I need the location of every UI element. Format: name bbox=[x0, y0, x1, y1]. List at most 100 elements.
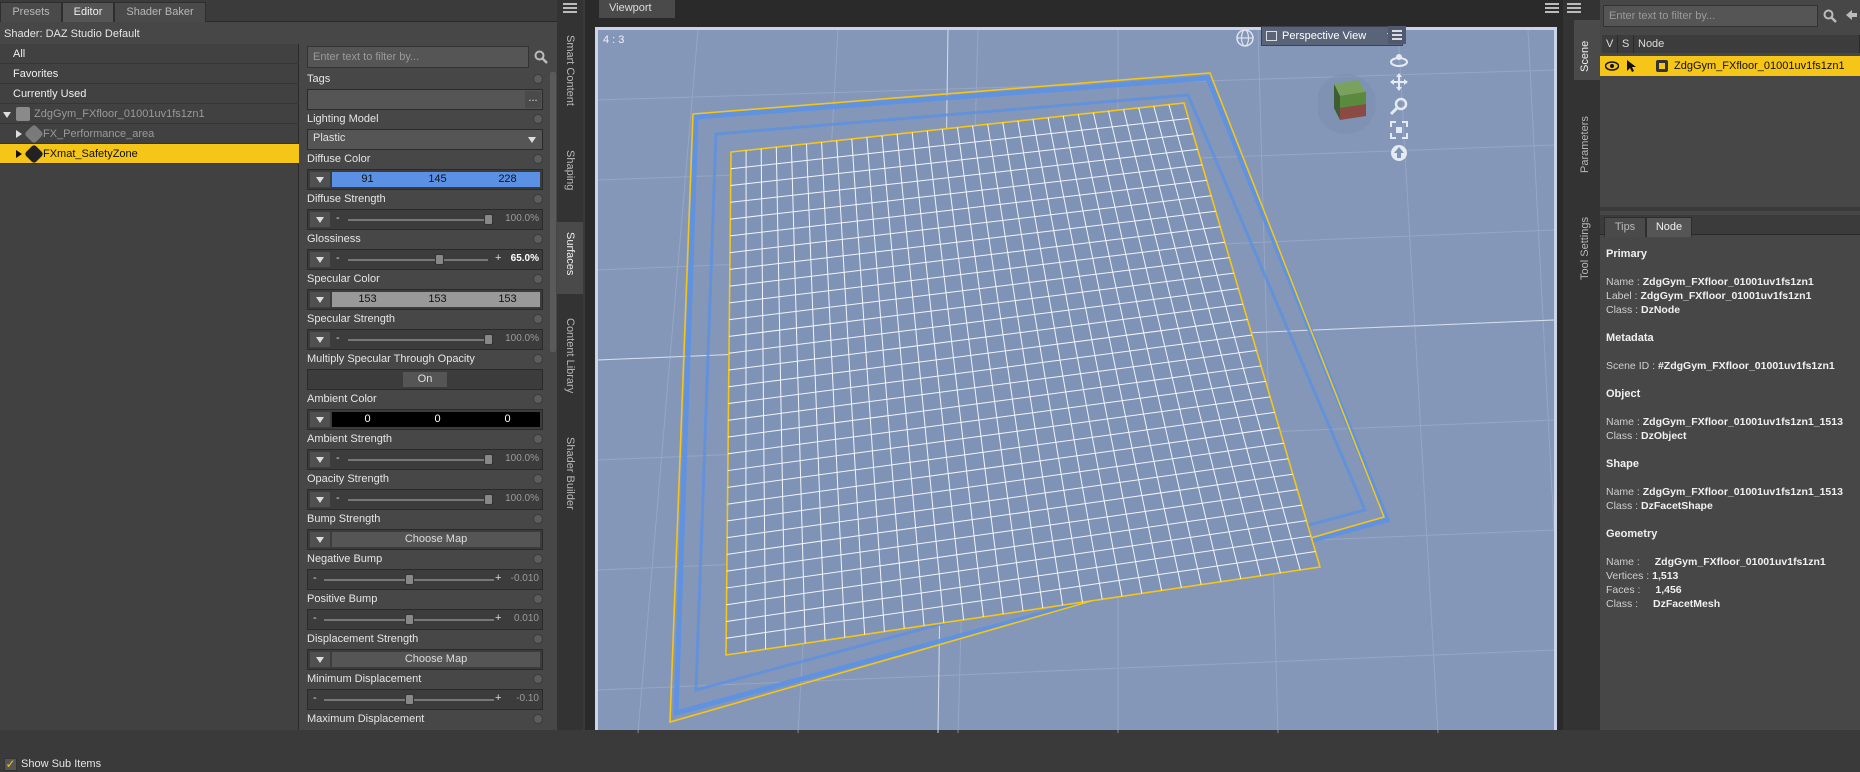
tab-shader-baker[interactable]: Shader Baker bbox=[114, 2, 206, 22]
viewport-menu-icon[interactable] bbox=[1545, 2, 1559, 14]
slider-knob[interactable] bbox=[405, 574, 414, 585]
choose-map-button[interactable]: Choose Map bbox=[332, 532, 540, 547]
gear-icon[interactable] bbox=[533, 154, 543, 164]
zoom-icon[interactable] bbox=[1389, 96, 1409, 116]
chevron-down-icon[interactable] bbox=[310, 652, 330, 667]
viewport-canvas[interactable]: 4 : 3 Perspective View bbox=[595, 27, 1557, 730]
viewport-options-icon[interactable] bbox=[1388, 26, 1406, 44]
diffuse-strength-slider[interactable]: - 100.0% bbox=[307, 209, 543, 230]
color-r[interactable]: 0 bbox=[338, 412, 397, 427]
column-header-selectable[interactable]: S bbox=[1618, 35, 1634, 53]
on-toggle[interactable]: On bbox=[403, 372, 447, 387]
plus-icon[interactable]: + bbox=[495, 572, 501, 584]
color-r[interactable]: 91 bbox=[338, 172, 397, 187]
color-g[interactable]: 0 bbox=[408, 412, 467, 427]
gear-icon[interactable] bbox=[533, 74, 543, 84]
plus-icon[interactable]: + bbox=[495, 692, 501, 704]
slider-track[interactable] bbox=[348, 259, 488, 261]
tab-surfaces[interactable]: Surfaces bbox=[564, 232, 576, 275]
slider-value[interactable]: 100.0% bbox=[505, 213, 539, 224]
property-filter-input[interactable]: Enter text to filter by... bbox=[307, 46, 529, 68]
slider-track[interactable] bbox=[348, 339, 488, 341]
negative-bump-slider[interactable]: - + -0.010 bbox=[307, 569, 543, 590]
gear-icon[interactable] bbox=[533, 674, 543, 684]
chevron-right-icon[interactable] bbox=[16, 130, 22, 138]
positive-bump-slider[interactable]: - + 0.010 bbox=[307, 609, 543, 630]
slider-value[interactable]: 0.010 bbox=[514, 613, 539, 624]
choose-map-button[interactable]: Choose Map bbox=[332, 652, 540, 667]
tags-browse-button[interactable]: ... bbox=[525, 91, 541, 108]
tab-shaping[interactable]: Shaping bbox=[564, 150, 576, 190]
gear-icon[interactable] bbox=[533, 434, 543, 444]
pane-menu-icon[interactable] bbox=[1567, 2, 1581, 14]
gear-icon[interactable] bbox=[533, 194, 543, 204]
navigation-cube[interactable] bbox=[1318, 70, 1380, 144]
slider-value[interactable]: 65.0% bbox=[511, 253, 539, 264]
lighting-model-select[interactable]: Plastic bbox=[307, 129, 543, 150]
slider-value[interactable]: 100.0% bbox=[505, 333, 539, 344]
glossiness-slider[interactable]: - + 65.0% bbox=[307, 249, 543, 270]
orbit-icon[interactable] bbox=[1389, 50, 1409, 70]
pan-icon[interactable] bbox=[1389, 72, 1409, 92]
slider-knob[interactable] bbox=[484, 214, 493, 225]
color-g[interactable]: 153 bbox=[408, 292, 467, 307]
slider-track[interactable] bbox=[348, 499, 488, 501]
cursor-icon[interactable] bbox=[1625, 59, 1639, 73]
tab-editor[interactable]: Editor bbox=[62, 2, 114, 22]
color-b[interactable]: 228 bbox=[478, 172, 537, 187]
opacity-strength-slider[interactable]: - 100.0% bbox=[307, 489, 543, 510]
slider-value[interactable]: 100.0% bbox=[505, 493, 539, 504]
slider-knob[interactable] bbox=[484, 454, 493, 465]
tab-scene[interactable]: Scene bbox=[1579, 41, 1591, 72]
pane-menu-icon[interactable] bbox=[563, 2, 577, 14]
slider-knob[interactable] bbox=[484, 494, 493, 505]
tree-item-currently-used[interactable]: Currently Used bbox=[0, 84, 299, 104]
slider-knob[interactable] bbox=[405, 694, 414, 705]
gear-icon[interactable] bbox=[533, 554, 543, 564]
search-icon[interactable] bbox=[1823, 9, 1837, 23]
plus-icon[interactable]: + bbox=[495, 612, 501, 624]
specular-strength-slider[interactable]: - 100.0% bbox=[307, 329, 543, 350]
tab-node[interactable]: Node bbox=[1646, 217, 1692, 237]
specular-color-field[interactable]: 153 153 153 bbox=[307, 289, 543, 310]
gear-icon[interactable] bbox=[533, 714, 543, 724]
frame-icon[interactable] bbox=[1389, 120, 1409, 140]
color-r[interactable]: 153 bbox=[338, 292, 397, 307]
chevron-down-icon[interactable] bbox=[310, 532, 330, 547]
tab-viewport[interactable]: Viewport bbox=[599, 0, 675, 18]
tab-presets[interactable]: Presets bbox=[0, 2, 62, 22]
chevron-down-icon[interactable] bbox=[310, 492, 330, 507]
slider-value[interactable]: 100.0% bbox=[505, 453, 539, 464]
chevron-down-icon[interactable] bbox=[310, 452, 330, 467]
minus-icon[interactable]: - bbox=[336, 332, 340, 344]
gear-icon[interactable] bbox=[533, 474, 543, 484]
tab-tips[interactable]: Tips bbox=[1604, 217, 1646, 237]
minus-icon[interactable]: - bbox=[336, 452, 340, 464]
minus-icon[interactable]: - bbox=[336, 252, 340, 264]
ambient-strength-slider[interactable]: - 100.0% bbox=[307, 449, 543, 470]
tab-shader-builder[interactable]: Shader Builder bbox=[564, 437, 576, 510]
home-view-icon[interactable] bbox=[1389, 143, 1409, 163]
splitter[interactable] bbox=[1600, 207, 1860, 211]
chevron-down-icon[interactable] bbox=[310, 252, 330, 267]
column-header-node[interactable]: Node bbox=[1634, 35, 1860, 53]
back-arrow-icon[interactable] bbox=[1844, 8, 1858, 22]
tree-item-figure-node[interactable]: ZdgGym_FXfloor_01001uv1fs1zn1 bbox=[0, 104, 299, 124]
slider-value[interactable]: -0.010 bbox=[511, 573, 539, 584]
search-icon[interactable] bbox=[534, 50, 548, 64]
tab-content-library[interactable]: Content Library bbox=[564, 318, 576, 393]
chevron-down-icon[interactable] bbox=[310, 412, 330, 427]
plus-icon[interactable]: + bbox=[495, 252, 501, 264]
minus-icon[interactable]: - bbox=[313, 692, 317, 704]
minus-icon[interactable]: - bbox=[336, 212, 340, 224]
minus-icon[interactable]: - bbox=[313, 572, 317, 584]
chevron-right-icon[interactable] bbox=[16, 150, 22, 158]
tab-parameters[interactable]: Parameters bbox=[1579, 116, 1591, 173]
show-sub-items-checkbox[interactable]: ✓Show Sub Items bbox=[4, 756, 101, 772]
property-scrollbar[interactable] bbox=[550, 72, 556, 352]
gear-icon[interactable] bbox=[533, 114, 543, 124]
minus-icon[interactable]: - bbox=[313, 612, 317, 624]
column-header-visible[interactable]: V bbox=[1602, 35, 1618, 53]
minimum-displacement-slider[interactable]: - + -0.10 bbox=[307, 689, 543, 710]
tags-field[interactable]: ... bbox=[307, 89, 543, 110]
